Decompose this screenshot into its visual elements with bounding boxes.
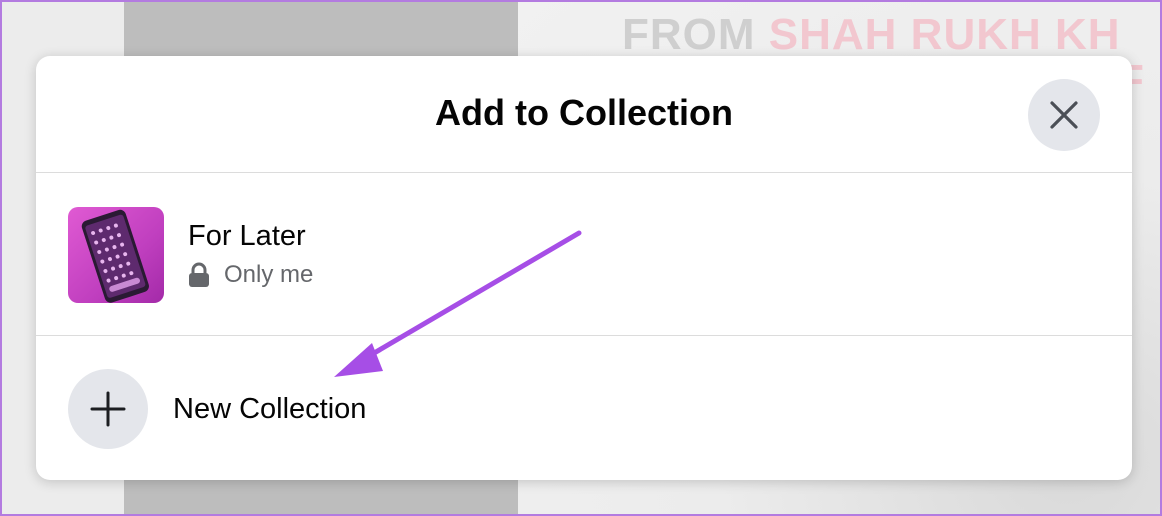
collection-name: For Later	[188, 220, 306, 252]
privacy-label: Only me	[224, 261, 314, 288]
collection-item-for-later[interactable]: For Later Only me	[36, 173, 1132, 336]
screenshot-frame: FROM SHAH RUKH KH F Add to Collection	[0, 0, 1162, 516]
background-headline: FROM SHAH RUKH KH	[622, 10, 1121, 60]
plus-icon	[90, 391, 126, 427]
dialog-title: Add to Collection	[435, 92, 733, 133]
plus-icon-circle	[68, 369, 148, 449]
collection-thumbnail	[68, 207, 164, 303]
collection-privacy: Only me	[188, 261, 313, 289]
close-button[interactable]	[1028, 79, 1100, 151]
close-icon	[1050, 101, 1078, 129]
phone-thumbnail-icon	[81, 209, 149, 303]
add-to-collection-dialog: Add to Collection For Later Only me New …	[36, 56, 1132, 480]
background-headline-part2: SHAH RUKH KH	[768, 10, 1121, 59]
dialog-header: Add to Collection	[36, 56, 1132, 173]
new-collection-label: New Collection	[173, 393, 367, 425]
new-collection-button[interactable]: New Collection	[36, 336, 1132, 480]
lock-icon	[189, 262, 209, 287]
background-headline-part1: FROM	[622, 10, 769, 59]
